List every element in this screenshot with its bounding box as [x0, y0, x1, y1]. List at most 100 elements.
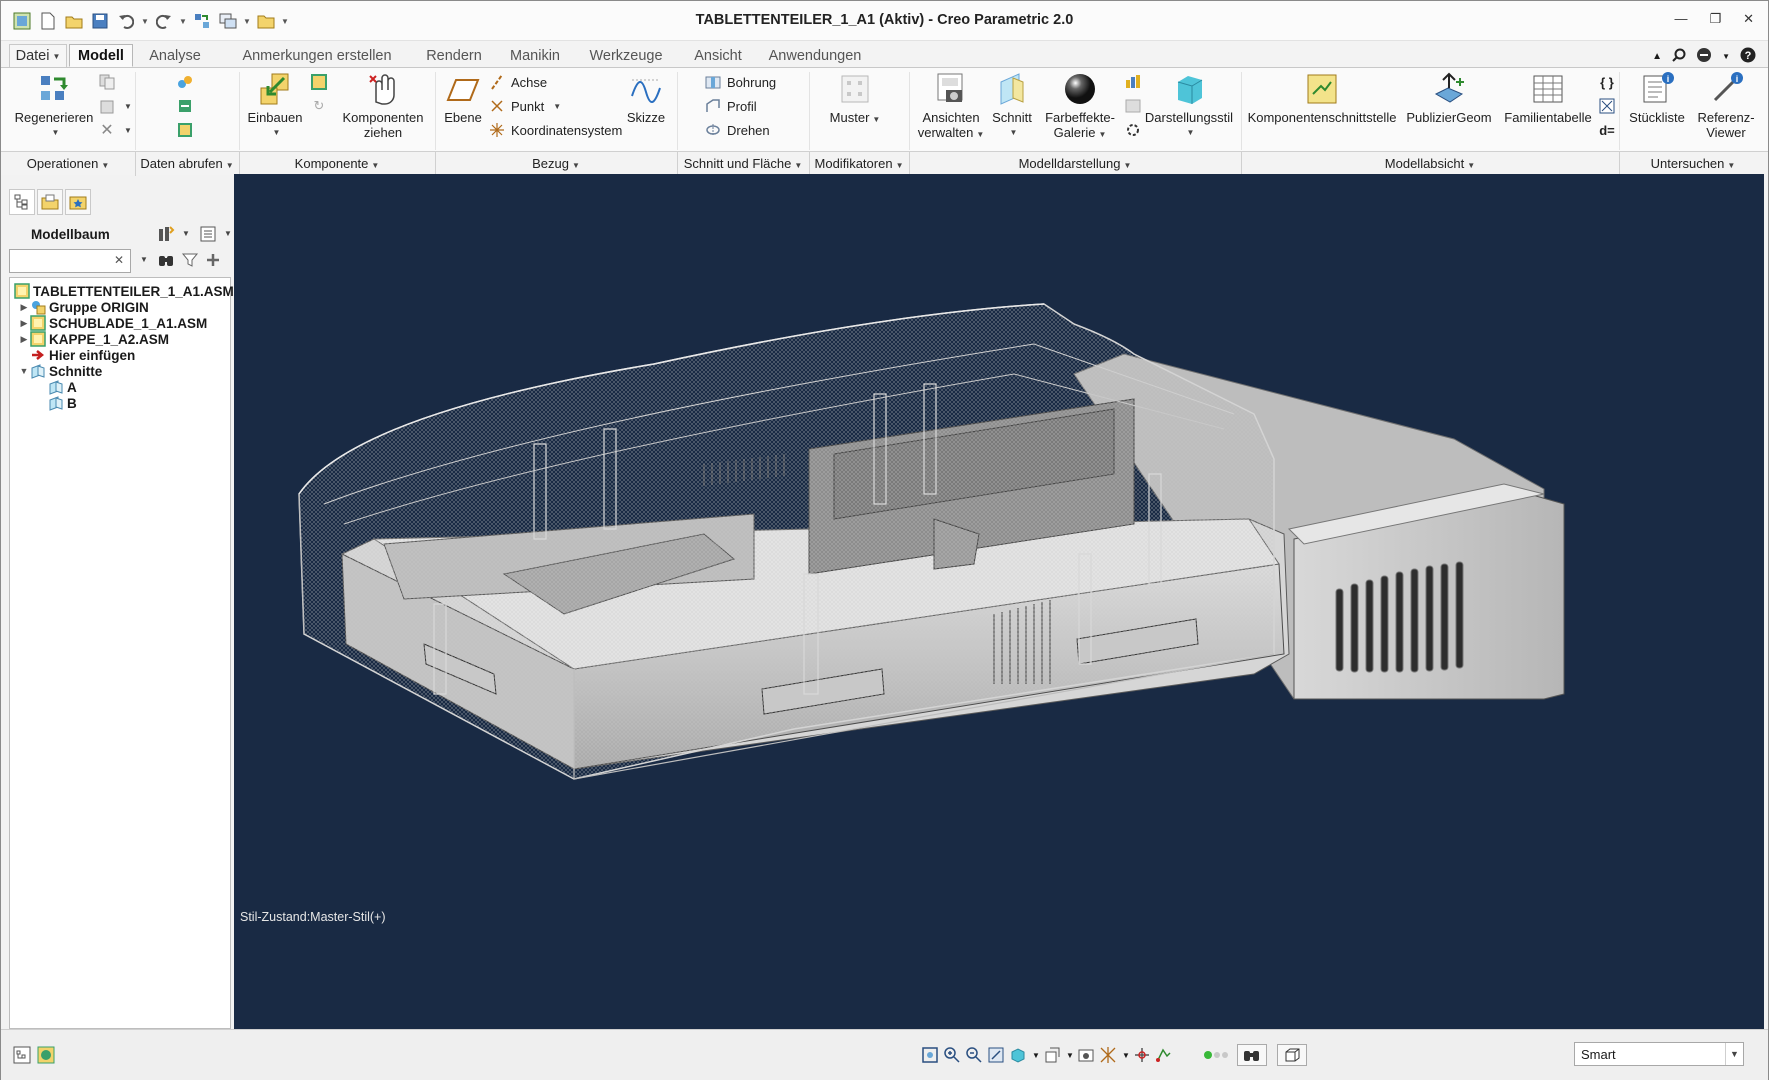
help-icon[interactable]: ?	[1740, 47, 1756, 66]
chevron-down-icon[interactable]: ▼	[1725, 1043, 1743, 1065]
graphics-window[interactable]: Stil-Zustand:Master-Stil(+)	[234, 174, 1764, 1029]
show-navigator-icon[interactable]	[11, 1044, 33, 1066]
add-column-icon[interactable]	[205, 251, 221, 272]
komponenten-ziehen-button[interactable]: Komponenten ziehen	[335, 72, 431, 140]
komponentenschnittstelle-button[interactable]: Komponentenschnittstelle	[1247, 72, 1397, 125]
group-komponente[interactable]: Komponente ▼	[239, 156, 435, 171]
minimize-icon[interactable]: —	[1674, 11, 1687, 27]
tree-node-section-b[interactable]: B	[48, 394, 77, 412]
switch-dimensions-button[interactable]: d=	[1599, 122, 1615, 138]
paste-button[interactable]: ▼	[99, 98, 132, 114]
referenz-viewer-button[interactable]: i Referenz- Viewer	[1691, 72, 1761, 140]
perspective-button[interactable]	[1125, 122, 1141, 138]
chevron-down-icon[interactable]: ▼	[224, 229, 232, 238]
muster-button[interactable]: Muster ▼	[827, 72, 883, 127]
repeat-button[interactable]: ↻	[311, 98, 327, 114]
shrinkwrap-button[interactable]	[177, 122, 193, 138]
clear-search-icon[interactable]: ✕	[114, 253, 124, 267]
tab-werkzeuge[interactable]: Werkzeuge	[584, 44, 668, 67]
group-schnitt-und-flaeche[interactable]: Schnitt und Fläche ▼	[677, 156, 809, 171]
tree-search-input[interactable]: ✕	[9, 249, 131, 273]
find-button[interactable]	[1237, 1044, 1267, 1066]
select-box-button[interactable]	[1277, 1044, 1307, 1066]
bohrung-button[interactable]: Bohrung	[705, 74, 776, 90]
tree-settings-icon[interactable]	[157, 225, 175, 246]
group-bezug[interactable]: Bezug ▼	[435, 156, 677, 171]
search-icon[interactable]	[1672, 48, 1686, 65]
profil-button[interactable]: Profil	[705, 98, 757, 114]
profile-icon	[705, 98, 721, 114]
koordinatensystem-button[interactable]: Koordinatensystem	[489, 122, 622, 138]
publiziergeom-button[interactable]: PublizierGeom	[1401, 72, 1497, 125]
stueckliste-button[interactable]: i Stückliste	[1625, 72, 1689, 125]
spin-center-icon[interactable]	[1131, 1044, 1153, 1066]
group-modifikatoren[interactable]: Modifikatoren ▼	[809, 156, 909, 171]
parameters-button[interactable]	[1599, 98, 1615, 114]
copy-geometry-button[interactable]	[177, 98, 193, 114]
group-untersuchen[interactable]: Untersuchen ▼	[1619, 156, 1767, 171]
regenerieren-button[interactable]: Regenerieren ▼	[15, 72, 93, 140]
zoom-in-icon[interactable]	[941, 1044, 963, 1066]
zoom-out-icon[interactable]	[963, 1044, 985, 1066]
community-dropdown-icon[interactable]: ▼	[1722, 52, 1730, 61]
group-modellabsicht[interactable]: Modellabsicht ▼	[1241, 156, 1619, 171]
repaint-icon[interactable]	[985, 1044, 1007, 1066]
tree-columns-icon[interactable]	[199, 225, 217, 246]
show-browser-icon[interactable]	[35, 1044, 57, 1066]
expand-icon[interactable]: ▶	[18, 302, 30, 313]
model-tree-tab[interactable]	[9, 189, 35, 215]
farbeffekte-label-2: Galerie	[1053, 125, 1096, 140]
folder-browser-tab[interactable]	[37, 189, 63, 215]
relations-button[interactable]: { }	[1599, 74, 1615, 90]
group-operationen[interactable]: Operationen ▼	[1, 156, 135, 171]
close-icon[interactable]: ✕	[1743, 11, 1754, 27]
find-icon[interactable]	[157, 251, 175, 272]
delete-button[interactable]: ✕ ▼	[99, 122, 132, 139]
drehen-button[interactable]: Drehen	[705, 122, 770, 138]
annotation-display-icon[interactable]	[1153, 1044, 1175, 1066]
familientabelle-button[interactable]: Familientabelle	[1499, 72, 1597, 125]
ebene-button[interactable]: Ebene	[437, 72, 489, 125]
tab-manikin[interactable]: Manikin	[505, 44, 565, 67]
community-icon[interactable]	[1696, 47, 1712, 66]
group-daten-abrufen[interactable]: Daten abrufen ▼	[135, 156, 239, 171]
farbeffekte-galerie-button[interactable]: Farbeffekte- Galerie ▼	[1041, 72, 1119, 142]
copy-button[interactable]	[99, 74, 115, 90]
tab-modell[interactable]: Modell	[69, 44, 133, 67]
collapse-icon[interactable]: ▼	[18, 366, 30, 376]
tab-datei[interactable]: Datei ▼	[9, 44, 67, 67]
group-modelldarstellung[interactable]: Modelldarstellung ▼	[909, 156, 1241, 171]
tab-analyse[interactable]: Analyse	[141, 44, 209, 67]
schnitt-label: Schnitt	[992, 110, 1032, 125]
view-manager-icon[interactable]	[1075, 1044, 1097, 1066]
schnitt-button[interactable]: Schnitt ▼	[987, 72, 1037, 140]
group-label: Schnitt und Fläche	[683, 156, 792, 171]
einbauen-button[interactable]: Einbauen ▼	[245, 72, 305, 140]
tab-rendern[interactable]: Rendern	[421, 44, 487, 67]
refit-icon[interactable]	[919, 1044, 941, 1066]
ribbon-tabs: Datei ▼ Modell Analyse Anmerkungen erstel…	[1, 41, 1768, 67]
favorites-tab[interactable]	[65, 189, 91, 215]
chevron-down-icon[interactable]: ▼	[182, 229, 190, 238]
expand-icon[interactable]: ▶	[18, 334, 30, 345]
create-component-button[interactable]	[311, 74, 327, 90]
ansichten-label-row: verwalten ▼	[918, 125, 985, 142]
display-states-button[interactable]	[1125, 98, 1141, 114]
scenes-button[interactable]	[1125, 74, 1141, 90]
minimize-ribbon-icon[interactable]: ▲	[1652, 51, 1662, 62]
darstellungsstil-button[interactable]: Darstellungsstil ▼	[1143, 72, 1235, 140]
user-defined-feature-button[interactable]	[177, 74, 193, 90]
skizze-button[interactable]: Skizze	[621, 72, 671, 125]
restore-icon[interactable]: ❐	[1709, 11, 1721, 27]
search-dropdown-icon[interactable]: ▼	[140, 255, 148, 264]
cad-model-view[interactable]	[234, 174, 1764, 1029]
expand-icon[interactable]: ▶	[18, 318, 30, 329]
selection-filter-select[interactable]: Smart ▼	[1574, 1042, 1744, 1066]
ansichten-verwalten-button[interactable]: Ansichten verwalten ▼	[917, 72, 985, 142]
punkt-button[interactable]: Punkt ▼	[489, 98, 561, 114]
tab-ansicht[interactable]: Ansicht	[689, 44, 747, 67]
tab-anwendungen[interactable]: Anwendungen	[761, 44, 869, 67]
tab-anmerkungen[interactable]: Anmerkungen erstellen	[231, 44, 403, 67]
filter-icon[interactable]	[181, 251, 199, 272]
achse-button[interactable]: Achse	[489, 74, 547, 90]
